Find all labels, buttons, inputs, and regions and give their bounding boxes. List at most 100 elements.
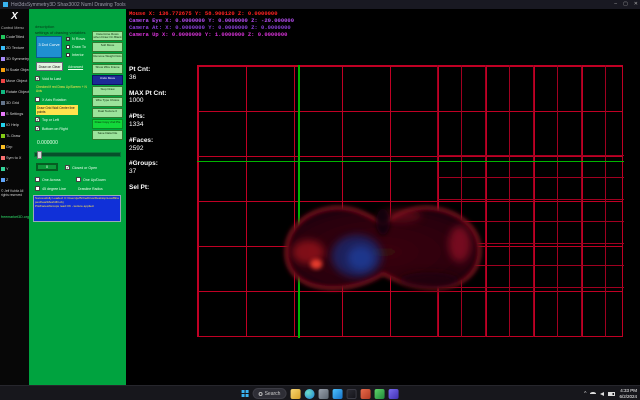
paint-app-icon[interactable] — [360, 389, 370, 399]
value-slider[interactable] — [34, 152, 121, 157]
sidebar-item-grp[interactable]: Grp — [1, 145, 29, 149]
red-draw-note: Checked if red Draw Up/Screen + N Axis — [36, 85, 88, 93]
model-app-icon[interactable] — [374, 389, 384, 399]
item-icon — [1, 90, 5, 94]
settings-gear-icon[interactable] — [318, 389, 328, 399]
item-icon — [1, 68, 5, 72]
copyright-text: © Jeff Kubitz All rights reserved — [1, 189, 28, 197]
radio-box — [66, 45, 70, 49]
log-line: Pts/Faces/Groups read OK - texture appli… — [35, 205, 119, 209]
show-wireframe-button[interactable]: Show Wire Frame — [92, 64, 123, 74]
dual-texture-button[interactable]: Dual Texture II — [92, 108, 123, 118]
checkbox-box — [76, 177, 81, 182]
stat-sel-pt: Sel Pt: — [129, 184, 167, 192]
taskbar-clock[interactable]: 4:33 PM 6/2/2024 — [619, 388, 637, 399]
checkbox-box — [35, 177, 40, 182]
maximize-button[interactable]: ▢ — [623, 0, 628, 9]
draw-on-clear-button[interactable]: Draw on Clear — [36, 62, 63, 71]
sidebar-item-rotate-object[interactable]: Rotate Object — [1, 90, 29, 94]
radio-n-rows[interactable]: ●N Rows — [66, 37, 85, 41]
search-box[interactable]: Search — [253, 388, 287, 399]
checkbox-box — [35, 186, 40, 191]
code-app-icon[interactable] — [388, 389, 398, 399]
start-button[interactable] — [242, 390, 249, 397]
clock-date: 6/2/2024 — [619, 394, 637, 400]
item-icon — [1, 35, 5, 39]
sidebar-item-tl-draw[interactable]: TL Draw — [1, 134, 29, 138]
radio-draw-to[interactable]: Draw To — [66, 45, 86, 49]
stop-draw-button[interactable]: Stop Draw — [92, 86, 123, 96]
sidebar-item-2d-texture[interactable]: 2D Texture — [1, 46, 29, 50]
item-icon — [1, 46, 5, 50]
app-icon — [3, 2, 8, 7]
sidebar-item-sym-x[interactable]: Sym to X — [1, 156, 29, 160]
radio-box: ● — [66, 37, 70, 41]
remove-weight-dots-button[interactable]: Remove Weight Dots — [92, 53, 123, 63]
panel-subtitle: settings of drawing variables — [35, 30, 85, 35]
item-icon — [1, 134, 5, 138]
terminal-icon[interactable] — [346, 389, 356, 399]
sidebar-item-move-object[interactable]: Move Object — [1, 79, 29, 83]
draw-copy-button[interactable]: Draw Copy 2nd Pts — [92, 119, 123, 129]
zero-button[interactable]: 0 — [36, 163, 58, 171]
x-axis-rotation-checkbox[interactable]: X Axis Rotation — [35, 97, 66, 102]
radio-box — [66, 53, 70, 57]
checkbox-box: ✓ — [35, 126, 40, 131]
closed-or-open-checkbox[interactable]: ✓Closed or Open — [65, 165, 97, 170]
slider-thumb[interactable] — [37, 151, 42, 159]
drawline-radius-label: Drawline Radius — [78, 187, 103, 191]
grid-wall-note: Draw Grid Wall Center line points — [36, 105, 78, 115]
camera-up-coords: Camera Up X: 0.0000000 Y: 1.0000000 Z: 0… — [129, 32, 294, 39]
item-icon — [1, 145, 5, 149]
checkbox-box: ✓ — [35, 117, 40, 122]
wifi-icon[interactable] — [590, 392, 596, 395]
volume-icon[interactable] — [600, 392, 604, 396]
sidebar-item-sym-y[interactable]: Y — [1, 167, 29, 171]
advanced-link[interactable]: Advanced — [68, 65, 83, 69]
sidebar-item-sym-z[interactable]: Z — [1, 178, 29, 182]
item-icon — [1, 178, 5, 182]
stat-groups: #Groups:37 — [129, 160, 167, 176]
void-to-last-checkbox[interactable]: ✓Void to Last — [35, 76, 61, 81]
slider-value: 0.000000 — [37, 140, 58, 146]
close-button[interactable]: ✕ — [634, 0, 638, 9]
edge-browser-icon[interactable] — [304, 389, 314, 399]
sidebar-item-scale-object[interactable]: N Scale Object — [1, 68, 29, 72]
sidebar-item-3d-symmetry[interactable]: 3D Symmetry — [1, 57, 29, 61]
item-icon — [1, 123, 5, 127]
deg45-line-checkbox[interactable]: 45 degree Line — [35, 186, 66, 191]
undo-move-button[interactable]: Undo Move — [92, 75, 123, 85]
one-updown-checkbox[interactable]: One Up/Down — [76, 177, 106, 182]
file-explorer-icon[interactable] — [290, 389, 300, 399]
search-label: Search — [265, 391, 281, 397]
sidebar-header: Control Menu — [1, 26, 24, 30]
item-icon — [1, 57, 5, 61]
top-or-left-checkbox[interactable]: ✓Top or Left — [35, 117, 59, 122]
status-log-box: Successfully Loaded: C:\Users\jeff\OneDr… — [33, 195, 121, 222]
sidebar-item-3d-grid[interactable]: 3D Grid — [1, 101, 29, 105]
mesh-object[interactable] — [278, 193, 490, 305]
determine-rows-button[interactable]: Determine Rows when Draw On Blank — [92, 31, 123, 41]
mesh-stats: Pt Cnt:36 MAX Pt Cnt:1000 #Pts:1334 #Fac… — [129, 66, 167, 200]
sidebar-item-settings[interactable]: S Settings — [1, 112, 29, 116]
stat-pts: #Pts:1334 — [129, 113, 167, 129]
item-icon — [1, 79, 5, 83]
curve-button[interactable]: 3 Dot Curve — [36, 36, 62, 58]
tool-button-column: Determine Rows when Draw On Blank Soft M… — [92, 31, 123, 141]
store-icon[interactable] — [332, 389, 342, 399]
sidebar-item-codetitled[interactable]: CodeTitled — [1, 35, 29, 39]
viewport-3d[interactable]: Mouse X: 136.772675 Y: 58.900120 Z: 0.00… — [126, 9, 640, 385]
item-icon — [1, 167, 5, 171]
sidebar-item-help[interactable]: IO Help — [1, 123, 29, 127]
tray-chevron-icon[interactable]: ^ — [584, 391, 586, 397]
radio-interior[interactable]: Interior — [66, 53, 84, 57]
bottom-on-right-checkbox[interactable]: ✓Bottom on Right — [35, 126, 68, 131]
save-data-button[interactable]: Save Data File — [92, 130, 123, 140]
checkbox-box: ✓ — [65, 165, 70, 170]
one-across-checkbox[interactable]: One Across — [35, 177, 61, 182]
battery-icon[interactable] — [608, 392, 615, 396]
search-icon — [259, 392, 263, 396]
minimize-button[interactable]: – — [614, 0, 617, 9]
wire-type-button[interactable]: Wire Type Choice — [92, 97, 123, 107]
soft-move-button[interactable]: Soft Move — [92, 42, 123, 52]
